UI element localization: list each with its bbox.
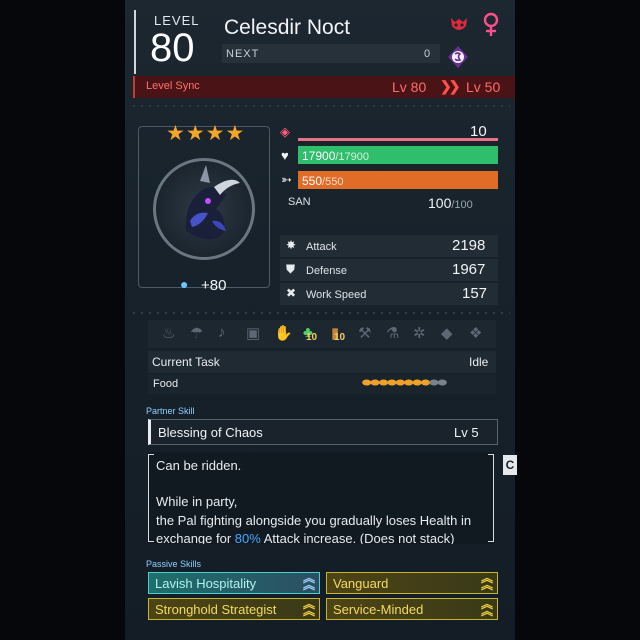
dark-element-icon	[446, 45, 470, 69]
food-icon: ⬬	[387, 377, 396, 389]
work-speed-value: 157	[462, 285, 488, 302]
shield-icon: ⛊	[286, 262, 296, 276]
planting-level: 10	[306, 332, 318, 343]
food-icon: ⬬	[437, 377, 447, 389]
bracket-left	[148, 454, 154, 542]
passive-skill-service-minded[interactable]: Service-Minded ︽ ︽	[326, 598, 498, 620]
gathering-icon: ✋	[274, 325, 293, 342]
current-task-label: Current Task	[152, 355, 220, 369]
stamina-icon: ➳	[281, 172, 292, 187]
food-icon: ⬬	[378, 377, 388, 389]
bracket-right	[488, 454, 494, 542]
divider	[130, 311, 510, 315]
cooling-icon: ✲	[413, 325, 426, 342]
food-icon: ⬬	[395, 377, 405, 389]
passive-skills-heading: Passive Skills	[146, 559, 202, 569]
work-speed-icon: ✖	[286, 286, 297, 300]
hp-value: 17900/17900	[302, 149, 370, 163]
partner-skill-level: Lv 5	[454, 425, 479, 440]
trust-bar	[298, 138, 498, 141]
soul-icon: ●	[180, 276, 189, 292]
farming-icon: ❖	[469, 325, 483, 342]
attack-label: Attack	[306, 241, 337, 253]
medicine-icon: ⚗	[386, 325, 400, 342]
level-value: 80	[150, 26, 195, 70]
description-line-2: While in party,	[156, 494, 238, 509]
stamina-value: 550/550	[302, 174, 344, 188]
food-label: Food	[153, 378, 179, 390]
rank-up-icon: ︽ ︽	[302, 597, 315, 618]
food-icon: ⬬	[420, 377, 430, 389]
passive-skill-label: Vanguard	[333, 576, 389, 591]
divider	[130, 104, 510, 108]
next-value: 0	[424, 48, 431, 60]
rank-up-icon: ︽ ︽	[480, 571, 493, 592]
electricity-icon: ♪	[218, 324, 226, 341]
san-value: 100/100	[428, 195, 473, 211]
san-label: SAN	[288, 196, 311, 208]
current-task-value: Idle	[469, 355, 489, 369]
food-icon: ⬬	[429, 377, 438, 389]
passive-skill-stronghold-strategist[interactable]: Stronghold Strategist ︽ ︽	[148, 598, 320, 620]
food-meter: ⬬⬬⬬⬬⬬⬬⬬⬬⬬⬬	[362, 377, 447, 390]
handiwork-icon: ▣	[246, 325, 261, 342]
mining-icon: ⚒	[358, 325, 372, 342]
soul-bonus: +80	[201, 277, 227, 294]
female-icon	[480, 12, 502, 38]
attack-value: 2198	[452, 237, 486, 254]
heart-icon: ♥	[281, 148, 289, 163]
lumbering-level: 10	[334, 332, 346, 343]
description-line-1: Can be ridden.	[156, 458, 242, 473]
passive-skill-label: Lavish Hospitality	[155, 576, 257, 591]
alpha-icon	[448, 14, 470, 36]
passive-skill-label: Stronghold Strategist	[155, 602, 277, 617]
next-label: NEXT	[226, 48, 260, 60]
star-rating: ★★★★	[166, 122, 246, 145]
trust-value: 10	[470, 123, 487, 140]
passive-skill-vanguard[interactable]: Vanguard ︽ ︽	[326, 572, 498, 594]
passive-skill-lavish-hospitality[interactable]: Lavish Hospitality ︽ ︽	[148, 572, 320, 594]
attack-icon: ✸	[286, 238, 297, 252]
food-icon: ⬬	[370, 377, 379, 389]
passive-skill-label: Service-Minded	[333, 602, 424, 617]
rank-up-icon: ︽ ︽	[302, 571, 315, 592]
avatar	[153, 158, 255, 260]
partner-skill-heading: Partner Skill	[146, 406, 195, 416]
rank-up-icon: ︽ ︽	[480, 597, 493, 618]
level-sync-label: Level Sync	[146, 80, 200, 92]
level-sync-from: Lv 80	[392, 79, 427, 95]
chevron-right-icon: ❯❯	[440, 78, 461, 94]
side-tab-button[interactable]: C	[503, 455, 517, 475]
pal-name: Celesdir Noct	[224, 16, 351, 39]
watering-icon: ☂	[190, 325, 204, 342]
description-line-3: the Pal fighting alongside you gradually…	[156, 513, 472, 528]
partner-skill-name: Blessing of Chaos	[158, 425, 263, 440]
food-icon: ⬬	[412, 377, 421, 389]
work-speed-label: Work Speed	[306, 289, 367, 301]
kindling-icon: ♨	[162, 325, 176, 342]
level-sync-to: Lv 50	[466, 79, 501, 95]
transporting-icon: ◆	[441, 325, 453, 342]
defense-value: 1967	[452, 261, 486, 278]
defense-label: Defense	[306, 265, 347, 277]
trust-icon: ◈	[280, 124, 290, 139]
description-line-4: exchange for 80% Attack increase. (Does …	[156, 531, 455, 544]
